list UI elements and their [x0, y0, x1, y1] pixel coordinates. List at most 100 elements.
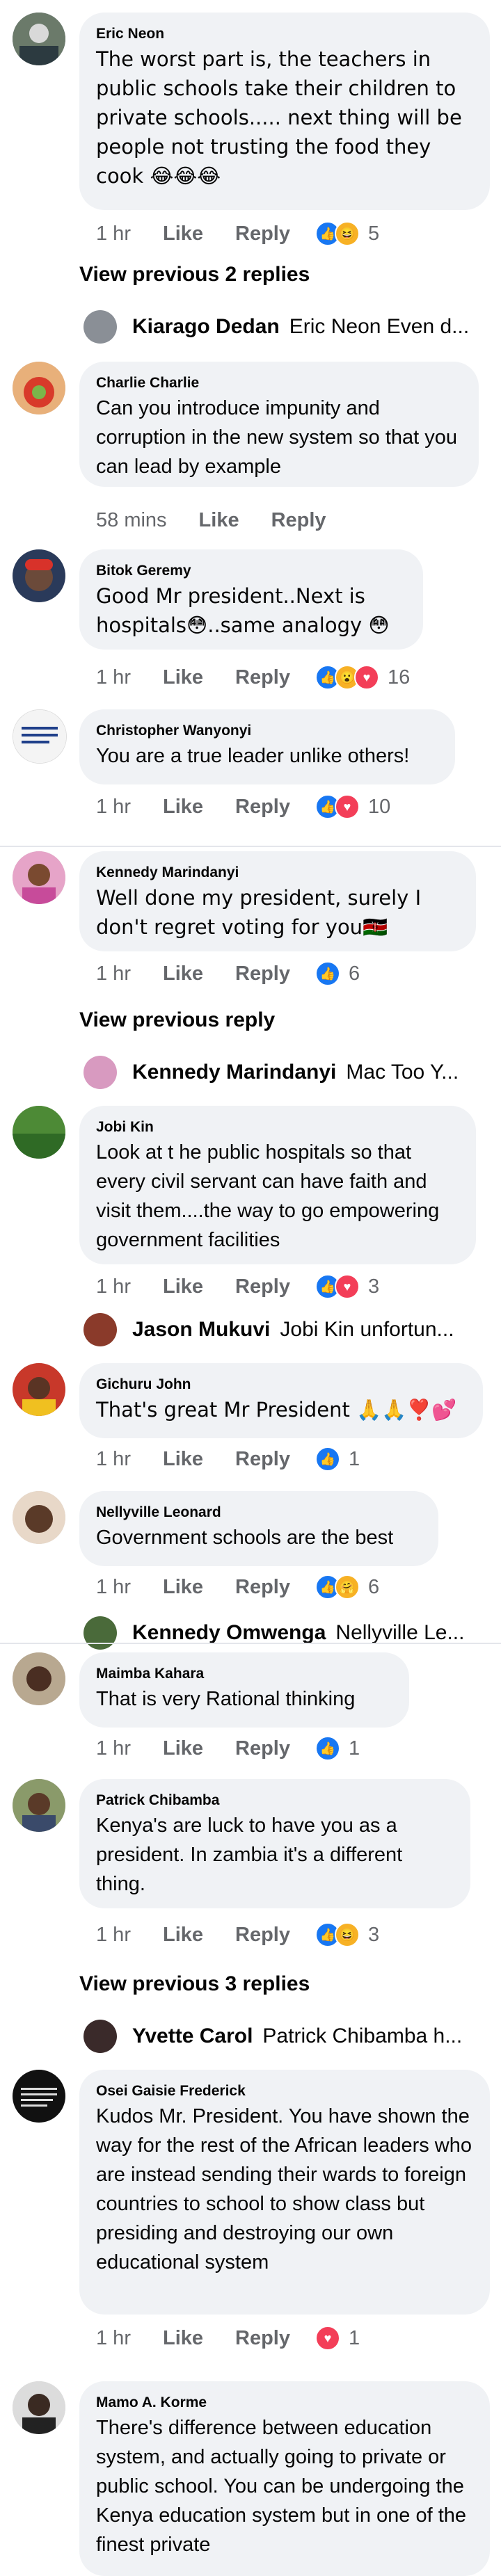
reaction-summary[interactable]: 👍 😆 5 — [315, 221, 379, 246]
reaction-summary[interactable]: 👍 ♥ 10 — [315, 794, 390, 819]
reaction-summary[interactable]: ♥ 1 — [315, 2326, 360, 2351]
comment-time[interactable]: 1 hr — [96, 1737, 131, 1760]
comment-text: Kenya's are luck to have you as a presid… — [96, 1814, 403, 1895]
comment-actions: 1 hr Like Reply 👍 ♥ 3 — [96, 1273, 379, 1301]
comment-bubble: Osei Gaisie Frederick Kudos Mr. Presiden… — [79, 2070, 490, 2315]
avatar[interactable] — [13, 709, 67, 764]
reply-button[interactable]: Reply — [235, 1737, 290, 1760]
reply-preview[interactable]: Jason Mukuvi Jobi Kin unfortun... — [84, 1309, 501, 1351]
comment-author[interactable]: Nellyville Leonard — [96, 1504, 420, 1522]
comment-actions: 1 hr Like Reply 👍 6 — [96, 960, 360, 988]
comment-time[interactable]: 1 hr — [96, 1275, 131, 1298]
avatar[interactable] — [13, 1779, 65, 1832]
comment-time[interactable]: 1 hr — [96, 1576, 131, 1599]
comment-time[interactable]: 1 hr — [96, 2327, 131, 2350]
view-previous-replies-link[interactable]: View previous 2 replies — [79, 263, 310, 287]
reaction-count: 10 — [368, 795, 391, 818]
avatar[interactable] — [13, 2381, 65, 2434]
comment-time[interactable]: 1 hr — [96, 796, 131, 819]
reply-button[interactable]: Reply — [235, 796, 290, 819]
comment-author[interactable]: Maimba Kahara — [96, 1665, 391, 1683]
comment-actions: 58 mins Like Reply — [96, 506, 358, 534]
reply-button[interactable]: Reply — [235, 1448, 290, 1471]
comment-bubble: Nellyville Leonard Government schools ar… — [79, 1491, 438, 1566]
comment-time[interactable]: 1 hr — [96, 963, 131, 985]
avatar[interactable] — [13, 1491, 65, 1544]
comment-actions: 1 hr Like Reply 👍 😆 5 — [96, 220, 379, 248]
comment-author[interactable]: Bitok Geremy — [96, 562, 405, 580]
avatar[interactable] — [13, 1106, 65, 1159]
love-reaction-icon: ♥ — [335, 1274, 360, 1299]
comment-author[interactable]: Christopher Wanyonyi — [96, 722, 437, 740]
like-button[interactable]: Like — [163, 666, 203, 689]
reply-button[interactable]: Reply — [235, 963, 290, 985]
like-button[interactable]: Like — [163, 1737, 203, 1760]
reply-preview[interactable]: Kennedy Omwenga Nellyville Le... — [84, 1612, 501, 1654]
comment-author[interactable]: Mamo A. Korme — [96, 2394, 472, 2412]
comment-author[interactable]: Patrick Chibamba — [96, 1792, 452, 1810]
comment-bubble: Bitok Geremy Good Mr president..Next is … — [79, 549, 423, 650]
comment-bubble: Kennedy Marindanyi Well done my presiden… — [79, 851, 476, 951]
reaction-summary[interactable]: 👍 1 — [315, 1447, 360, 1472]
view-previous-reply-link[interactable]: View previous reply — [79, 1008, 275, 1032]
comment-author[interactable]: Charlie Charlie — [96, 374, 461, 392]
comment-text: You are a true leader unlike others! — [96, 745, 410, 767]
reply-snippet: Patrick Chibamba h... — [262, 2024, 463, 2047]
reaction-summary[interactable]: 👍 1 — [315, 1736, 360, 1761]
like-button[interactable]: Like — [163, 1576, 203, 1599]
comment-author[interactable]: Kennedy Marindanyi — [96, 864, 458, 882]
reply-button[interactable]: Reply — [235, 666, 290, 689]
comment-author[interactable]: Gichuru John — [96, 1376, 465, 1394]
comment-time[interactable]: 1 hr — [96, 1924, 131, 1947]
comment-author[interactable]: Eric Neon — [96, 25, 472, 43]
comment-bubble: Gichuru John That's great Mr President 🙏… — [79, 1363, 483, 1438]
comment-bubble: Charlie Charlie Can you introduce impuni… — [79, 362, 479, 487]
reply-button[interactable]: Reply — [235, 2327, 290, 2350]
like-button[interactable]: Like — [163, 223, 203, 245]
comment-time[interactable]: 1 hr — [96, 1448, 131, 1471]
avatar — [84, 1056, 117, 1089]
avatar[interactable] — [13, 851, 65, 904]
reply-button[interactable]: Reply — [235, 1924, 290, 1947]
reply-preview[interactable]: Kiarago Dedan Eric Neon Even d... — [84, 306, 501, 348]
reply-preview[interactable]: Yvette Carol Patrick Chibamba h... — [84, 2015, 501, 2057]
divider — [0, 1643, 501, 1644]
like-button[interactable]: Like — [163, 796, 203, 819]
like-button[interactable]: Like — [163, 1448, 203, 1471]
comment-text: Can you introduce impunity and corruptio… — [96, 397, 458, 478]
reply-button[interactable]: Reply — [235, 1275, 290, 1298]
avatar[interactable] — [13, 549, 65, 602]
avatar[interactable] — [13, 1652, 65, 1705]
like-button[interactable]: Like — [199, 509, 239, 532]
avatar[interactable] — [13, 13, 65, 65]
reaction-summary[interactable]: 👍 6 — [315, 961, 360, 986]
comment-time[interactable]: 1 hr — [96, 666, 131, 689]
like-button[interactable]: Like — [163, 2327, 203, 2350]
comment-text: Good Mr president..Next is hospitals😳..s… — [96, 584, 390, 637]
comment-actions: 1 hr Like Reply 👍 😮 ♥ 16 — [96, 663, 410, 691]
reaction-count: 3 — [368, 1275, 380, 1298]
like-button[interactable]: Like — [163, 1275, 203, 1298]
reply-preview[interactable]: Kennedy Marindanyi Mac Too Y... — [84, 1052, 501, 1093]
reply-button[interactable]: Reply — [271, 509, 326, 532]
reaction-summary[interactable]: 👍 😮 ♥ 16 — [315, 665, 410, 690]
comment-bubble: Jobi Kin Look at t he public hospitals s… — [79, 1106, 476, 1264]
reply-button[interactable]: Reply — [235, 223, 290, 245]
view-previous-replies-link[interactable]: View previous 3 replies — [79, 1972, 310, 1996]
reply-button[interactable]: Reply — [235, 1576, 290, 1599]
like-button[interactable]: Like — [163, 1924, 203, 1947]
reply-author: Kennedy Marindanyi — [132, 1061, 337, 1084]
avatar[interactable] — [13, 362, 65, 414]
comment-bubble: Patrick Chibamba Kenya's are luck to hav… — [79, 1779, 470, 1908]
avatar[interactable] — [13, 2070, 65, 2123]
comment-author[interactable]: Osei Gaisie Frederick — [96, 2082, 472, 2100]
reaction-summary[interactable]: 👍 🤗 6 — [315, 1575, 379, 1600]
comment-time[interactable]: 1 hr — [96, 223, 131, 245]
comment-time[interactable]: 58 mins — [96, 509, 167, 532]
reaction-summary[interactable]: 👍 ♥ 3 — [315, 1274, 379, 1299]
comment-author[interactable]: Jobi Kin — [96, 1118, 458, 1136]
like-button[interactable]: Like — [163, 963, 203, 985]
avatar[interactable] — [13, 1363, 65, 1416]
reaction-summary[interactable]: 👍 😆 3 — [315, 1922, 379, 1947]
like-reaction-icon: 👍 — [315, 1736, 340, 1761]
